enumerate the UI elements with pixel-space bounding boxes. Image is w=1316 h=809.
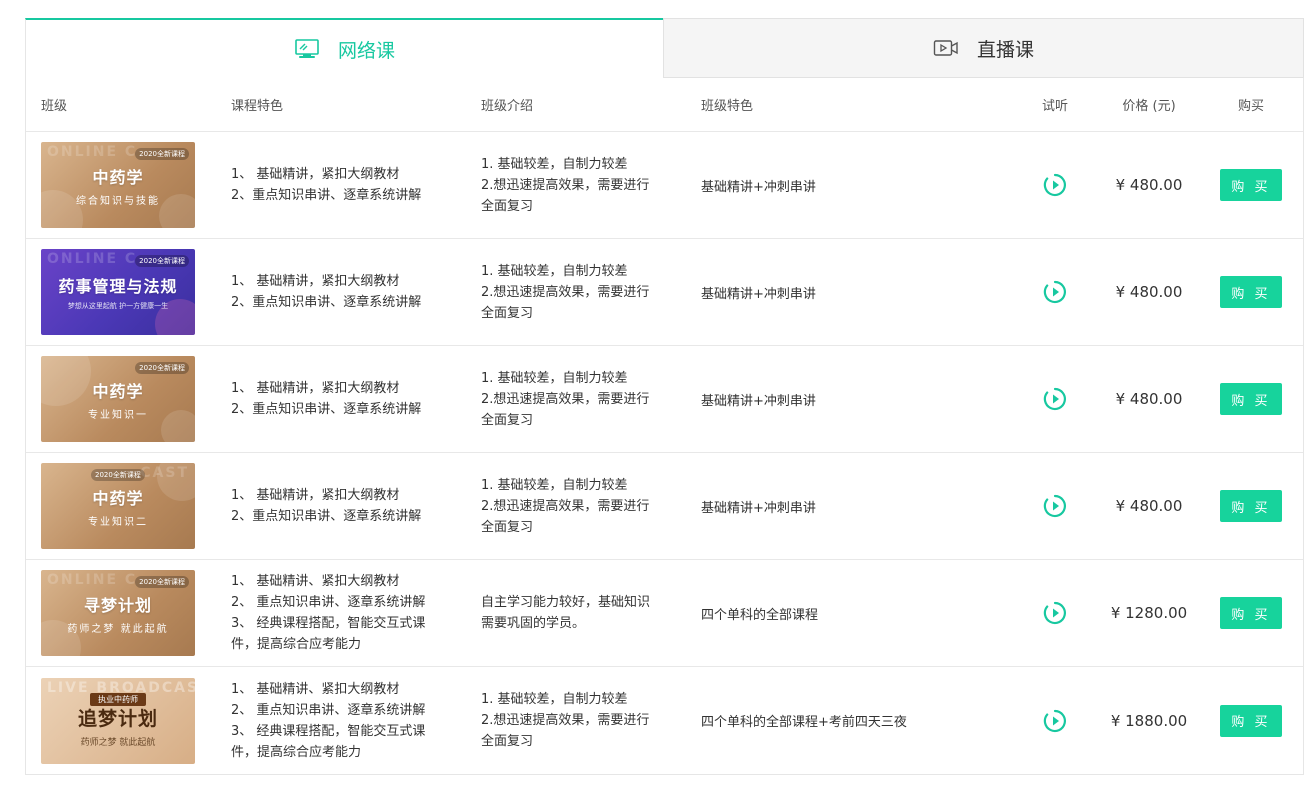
- buy-button[interactable]: 购 买: [1220, 597, 1282, 629]
- play-icon[interactable]: [1043, 173, 1067, 197]
- header-spec: 班级特色: [701, 99, 754, 114]
- row-intro: 1. 基础较差，自制力较差 2.想迅速提高效果，需要进行全面复习: [481, 263, 650, 321]
- row-features: 1、 基础精讲，紧扣大纲教材 2、重点知识串讲、逐章系统讲解: [231, 167, 422, 203]
- row-intro: 自主学习能力较好，基础知识需要巩固的学员。: [481, 595, 651, 631]
- thumb-tag: 2020全新课程: [135, 255, 189, 267]
- course-panel: 网络课 直播课 班级 课程特色 班级介绍 班级特色 试听 价格 (元) 购买 O…: [25, 18, 1304, 775]
- thumb-watermark: ONLINE C: [47, 572, 138, 588]
- row-spec: 四个单科的全部课程+考前四天三夜: [701, 715, 907, 730]
- row-intro: 1. 基础较差，自制力较差 2.想迅速提高效果，需要进行全面复习: [481, 156, 650, 214]
- row-intro: 1. 基础较差，自制力较差 2.想迅速提高效果，需要进行全面复习: [481, 370, 650, 428]
- play-icon[interactable]: [1043, 709, 1067, 733]
- table-row: ONLINE C 2020全新课程 药事管理与法规 梦想从这里起航 护一方健康一…: [26, 239, 1303, 346]
- header-intro: 班级介绍: [481, 99, 534, 114]
- header-features: 课程特色: [231, 99, 284, 114]
- thumb-watermark: ONLINE C: [47, 144, 138, 160]
- thumb-title: 中药学: [92, 381, 144, 401]
- row-price: ¥ 1280.00: [1110, 604, 1188, 622]
- header-buy: 购买: [1237, 99, 1264, 114]
- table-row: ONLINE C 2020全新课程 中药学 综合知识与技能 1、 基础精讲，紧扣…: [26, 132, 1303, 239]
- row-spec: 基础精讲+冲刺串讲: [701, 286, 816, 302]
- table-row: ONLINE C 2020全新课程 寻梦计划 药师之梦 就此起航 1、 基础精讲…: [26, 560, 1303, 667]
- row-price: ¥ 480.00: [1115, 497, 1183, 515]
- table-row: LIVE BROADCAST 执业中药师 追梦计划 药师之梦 就此起航 1、 基…: [26, 667, 1303, 774]
- row-price: ¥ 480.00: [1115, 283, 1183, 301]
- play-icon[interactable]: [1043, 494, 1067, 518]
- row-intro: 1. 基础较差，自制力较差 2.想迅速提高效果，需要进行全面复习: [481, 692, 650, 749]
- header-class: 班级: [41, 99, 68, 114]
- play-icon[interactable]: [1043, 601, 1067, 625]
- tab-live-course-label: 直播课: [976, 38, 1034, 61]
- header-price: 价格 (元): [1122, 99, 1176, 114]
- thumb-subtitle: 综合知识与技能: [76, 195, 160, 207]
- thumb-title: 寻梦计划: [83, 595, 152, 615]
- thumb-watermark: ONLINE C: [47, 251, 138, 267]
- buy-button[interactable]: 购 买: [1220, 490, 1282, 522]
- thumb-tag: 2020全新课程: [135, 576, 189, 588]
- row-features: 1、 基础精讲，紧扣大纲教材 2、重点知识串讲、逐章系统讲解: [231, 488, 422, 524]
- thumb-tag: 2020全新课程: [91, 469, 145, 481]
- table-row: CAST 2020全新课程 中药学 专业知识二 1、 基础精讲，紧扣大纲教材 2…: [26, 453, 1303, 560]
- thumb-tag: 2020全新课程: [135, 148, 189, 160]
- thumb-title: 中药学: [92, 488, 144, 508]
- row-price: ¥ 480.00: [1115, 390, 1183, 408]
- row-intro: 1. 基础较差，自制力较差 2.想迅速提高效果，需要进行全面复习: [481, 477, 650, 535]
- header-listen: 试听: [1041, 99, 1068, 114]
- course-tabs: 网络课 直播课: [25, 18, 1304, 78]
- thumb-subtitle: 药师之梦 就此起航: [80, 737, 156, 748]
- tab-live-course[interactable]: 直播课: [663, 18, 1304, 78]
- thumb-subtitle: 梦想从这里起航 护一方健康一生: [67, 302, 169, 310]
- monitor-icon: [294, 39, 320, 59]
- row-features: 1、 基础精讲、紧扣大纲教材 2、 重点知识串讲、逐章系统讲解 3、 经典课程搭…: [231, 574, 426, 652]
- thumb-title: 中药学: [92, 167, 144, 187]
- table-header: 班级 课程特色 班级介绍 班级特色 试听 价格 (元) 购买: [26, 78, 1303, 132]
- course-thumbnail[interactable]: LIVE BROADCAST 执业中药师 追梦计划 药师之梦 就此起航: [41, 677, 195, 764]
- thumb-tag: 执业中药师: [90, 692, 146, 706]
- row-features: 1、 基础精讲，紧扣大纲教材 2、重点知识串讲、逐章系统讲解: [231, 381, 422, 417]
- video-icon: [933, 38, 959, 58]
- row-price: ¥ 1880.00: [1110, 711, 1188, 730]
- buy-button[interactable]: 购 买: [1220, 276, 1282, 308]
- course-table: 班级 课程特色 班级介绍 班级特色 试听 价格 (元) 购买 ONLINE C …: [25, 78, 1304, 775]
- buy-button[interactable]: 购 买: [1220, 169, 1282, 201]
- row-spec: 基础精讲+冲刺串讲: [701, 393, 816, 409]
- thumb-title: 药事管理与法规: [58, 277, 178, 296]
- play-icon[interactable]: [1043, 280, 1067, 304]
- row-spec: 四个单科的全部课程: [701, 607, 819, 623]
- thumb-tag: 2020全新课程: [135, 362, 189, 374]
- thumb-subtitle: 专业知识一: [88, 409, 148, 421]
- play-icon[interactable]: [1043, 387, 1067, 411]
- thumb-subtitle: 专业知识二: [88, 516, 148, 528]
- row-price: ¥ 480.00: [1115, 176, 1183, 194]
- course-thumbnail[interactable]: ONLINE C 2020全新课程 中药学 综合知识与技能: [41, 142, 195, 228]
- tab-online-course[interactable]: 网络课: [25, 18, 663, 78]
- row-spec: 基础精讲+冲刺串讲: [701, 500, 816, 516]
- course-thumbnail[interactable]: CAST 2020全新课程 中药学 专业知识二: [41, 463, 195, 549]
- buy-button[interactable]: 购 买: [1220, 383, 1282, 415]
- course-thumbnail[interactable]: ONLINE C 2020全新课程 药事管理与法规 梦想从这里起航 护一方健康一…: [41, 249, 195, 335]
- buy-button[interactable]: 购 买: [1220, 704, 1282, 737]
- course-thumbnail[interactable]: ONLINE C 2020全新课程 寻梦计划 药师之梦 就此起航: [41, 570, 195, 656]
- thumb-title: 追梦计划: [77, 707, 158, 730]
- row-features: 1、 基础精讲，紧扣大纲教材 2、重点知识串讲、逐章系统讲解: [231, 274, 422, 310]
- row-spec: 基础精讲+冲刺串讲: [701, 179, 816, 195]
- tab-online-course-label: 网络课: [337, 39, 395, 62]
- course-thumbnail[interactable]: 2020全新课程 中药学 专业知识一: [41, 356, 195, 442]
- thumb-subtitle: 药师之梦 就此起航: [67, 623, 169, 635]
- row-features: 1、 基础精讲、紧扣大纲教材 2、 重点知识串讲、逐章系统讲解 3、 经典课程搭…: [231, 681, 426, 760]
- table-row: 2020全新课程 中药学 专业知识一 1、 基础精讲，紧扣大纲教材 2、重点知识…: [26, 346, 1303, 453]
